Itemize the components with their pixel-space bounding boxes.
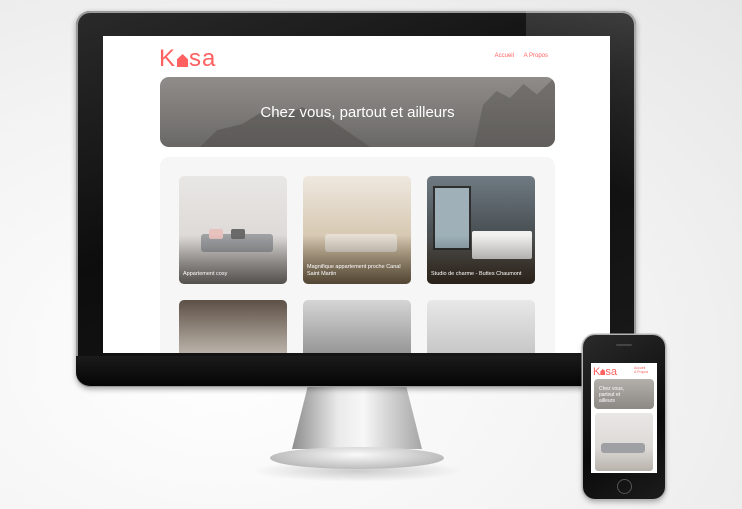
logo-letter: K [159, 45, 177, 72]
mobile-banner-title: Chez vous, partout et ailleurs [599, 386, 625, 404]
listing-card[interactable]: Magnifique appartement proche Canal Sain… [303, 176, 411, 284]
monitor-chin [76, 356, 636, 386]
house-icon [177, 54, 189, 67]
mobile-banner: Chez vous, partout et ailleurs [594, 379, 654, 409]
phone-speaker [616, 344, 632, 346]
mobile-listing-card[interactable] [595, 413, 653, 471]
listing-card[interactable] [179, 300, 287, 353]
listing-card[interactable]: Appartement cosy [179, 176, 287, 284]
logo-text: sa [189, 45, 217, 72]
listing-title: Magnifique appartement proche Canal Sain… [307, 264, 401, 277]
main-nav: Accueil A Propos [487, 53, 548, 59]
mobile-logo[interactable]: Ksa [593, 366, 617, 378]
mobile-nav: Accueil A Propos [634, 366, 648, 374]
mobile-nav-a-propos[interactable]: A Propos [634, 370, 648, 374]
site-logo[interactable]: Ksa [159, 45, 216, 73]
monitor-stand-neck [292, 387, 422, 449]
nav-link-a-propos[interactable]: A Propos [524, 53, 548, 59]
sofa-photo [601, 443, 645, 453]
listing-card[interactable] [427, 300, 535, 353]
home-button[interactable] [617, 479, 632, 494]
logo-text: sa [605, 366, 617, 378]
listing-card[interactable] [303, 300, 411, 353]
listing-title: Appartement cosy [183, 271, 228, 277]
desktop-monitor: Ksa Accueil A Propos Chez vous, partout … [76, 11, 636, 387]
banner-title: Chez vous, partout et ailleurs [260, 104, 455, 121]
mobile-screen: Ksa Accueil A Propos Chez vous, partout … [591, 363, 657, 473]
logo-letter: K [593, 366, 601, 378]
listing-title: Studio de charme - Buttes Chaumont [431, 271, 522, 277]
monitor-stand-foot [270, 447, 444, 469]
listings-gallery: Appartement cosy Magnifique appartement … [160, 157, 555, 353]
mobile-phone: Ksa Accueil A Propos Chez vous, partout … [583, 335, 665, 499]
hero-banner: Chez vous, partout et ailleurs [160, 77, 555, 147]
desktop-screen: Ksa Accueil A Propos Chez vous, partout … [103, 36, 610, 353]
nav-link-accueil[interactable]: Accueil [495, 53, 514, 59]
listing-card[interactable]: Studio de charme - Buttes Chaumont [427, 176, 535, 284]
